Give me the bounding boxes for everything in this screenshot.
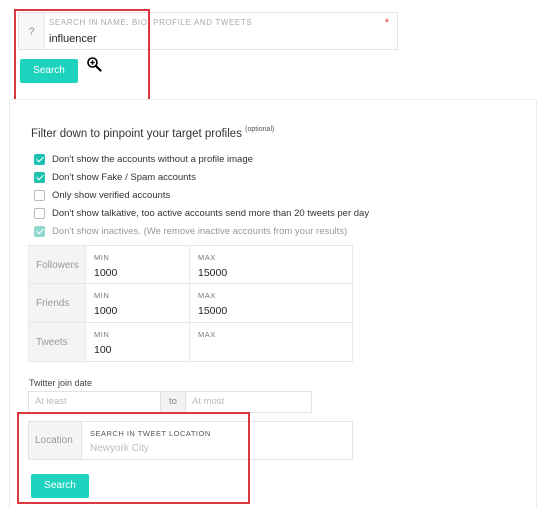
range-row-friends: Friends MIN 1000 MAX 15000 (28, 284, 353, 323)
tweets-max-field[interactable]: MAX (190, 323, 352, 361)
join-date-label: Twitter join date (29, 378, 93, 388)
min-label: MIN (94, 291, 110, 300)
checkbox-row-fake-spam[interactable]: Don't show Fake / Spam accounts (34, 172, 196, 183)
checkbox-profile-image[interactable] (34, 154, 45, 165)
filter-title-text: Filter down to pinpoint your target prof… (31, 128, 242, 140)
max-label: MAX (198, 291, 216, 300)
max-value[interactable]: 15000 (198, 305, 227, 317)
search-button[interactable]: Search (20, 59, 78, 83)
checkbox-label: Don't show talkative, too active account… (52, 208, 370, 219)
followers-min-field[interactable]: MIN 1000 (86, 246, 190, 283)
min-value[interactable]: 100 (94, 344, 112, 356)
help-icon: ? (19, 13, 45, 49)
location-row: Location SEARCH IN TWEET LOCATION Newyor… (28, 421, 353, 460)
tweets-min-field[interactable]: MIN 100 (86, 323, 190, 361)
range-label: Followers (29, 246, 86, 283)
friends-min-field[interactable]: MIN 1000 (86, 284, 190, 322)
checkbox-inactives (34, 226, 45, 237)
checkbox-verified[interactable] (34, 190, 45, 201)
min-label: MIN (94, 330, 110, 339)
required-marker: * (384, 17, 389, 29)
max-label: MAX (198, 330, 216, 339)
range-label: Friends (29, 284, 86, 322)
location-input[interactable]: SEARCH IN TWEET LOCATION Newyork City (82, 422, 352, 459)
range-row-tweets: Tweets MIN 100 MAX (28, 323, 353, 362)
checkbox-row-inactives: Don't show inactives. (We remove inactiv… (34, 226, 347, 237)
max-value[interactable]: 15000 (198, 267, 227, 279)
join-date-range: At least to At most (28, 391, 312, 413)
checkbox-label: Only show verified accounts (52, 190, 171, 201)
zoom-in-icon (87, 57, 102, 72)
join-date-to-input[interactable]: At most (186, 392, 311, 412)
checkbox-label: Don't show the accounts without a profil… (52, 154, 253, 165)
checkbox-label: Don't show Fake / Spam accounts (52, 172, 196, 183)
checkbox-label: Don't show inactives. (We remove inactiv… (52, 226, 348, 237)
friends-max-field[interactable]: MAX 15000 (190, 284, 352, 322)
keyword-search-field[interactable]: ? SEARCH IN NAME, BIO, PROFILE AND TWEET… (18, 12, 398, 50)
filter-search-button[interactable]: Search (31, 474, 89, 498)
followers-max-field[interactable]: MAX 15000 (190, 246, 352, 283)
checkbox-row-verified[interactable]: Only show verified accounts (34, 190, 170, 201)
location-label: Location (29, 422, 82, 459)
join-date-separator: to (160, 392, 186, 412)
range-row-followers: Followers MIN 1000 MAX 15000 (28, 245, 353, 284)
checkbox-row-profile-image[interactable]: Don't show the accounts without a profil… (34, 154, 253, 165)
checkbox-fake-spam[interactable] (34, 172, 45, 183)
min-value[interactable]: 1000 (94, 305, 117, 317)
join-date-from-input[interactable]: At least (29, 392, 160, 412)
range-table: Followers MIN 1000 MAX 15000 Friends MIN… (28, 245, 353, 362)
checkbox-talkative[interactable] (34, 208, 45, 219)
search-field-label: SEARCH IN NAME, BIO, PROFILE AND TWEETS (49, 18, 253, 27)
filter-title: Filter down to pinpoint your target prof… (31, 126, 275, 140)
location-placeholder[interactable]: Newyork City (90, 443, 149, 454)
search-input-value[interactable]: influencer (49, 33, 97, 45)
min-value[interactable]: 1000 (94, 267, 117, 279)
range-label: Tweets (29, 323, 86, 361)
checkbox-row-talkative[interactable]: Don't show talkative, too active account… (34, 208, 369, 219)
max-label: MAX (198, 253, 216, 262)
location-field-label: SEARCH IN TWEET LOCATION (90, 429, 211, 438)
optional-note: (optional) (245, 126, 275, 133)
min-label: MIN (94, 253, 110, 262)
